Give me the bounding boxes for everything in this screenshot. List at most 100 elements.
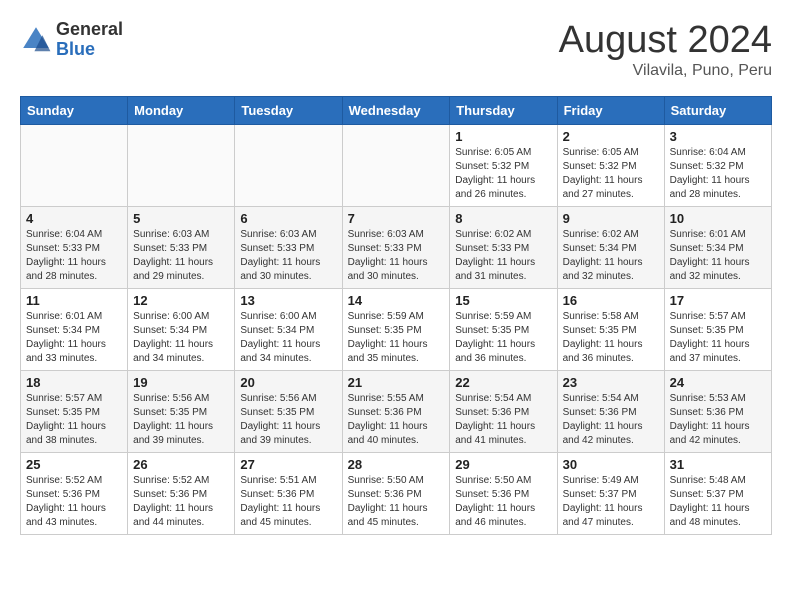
calendar-cell: 18 Sunrise: 5:57 AM Sunset: 5:35 PM Dayli… — [21, 370, 128, 452]
calendar-cell: 9 Sunrise: 6:02 AM Sunset: 5:34 PM Daylig… — [557, 206, 664, 288]
calendar-cell: 10 Sunrise: 6:01 AM Sunset: 5:34 PM Dayli… — [664, 206, 771, 288]
calendar-cell — [342, 124, 450, 206]
day-header-tuesday: Tuesday — [235, 96, 342, 124]
day-number: 15 — [455, 293, 551, 308]
calendar-cell: 31 Sunrise: 5:48 AM Sunset: 5:37 PM Dayli… — [664, 452, 771, 534]
day-number: 29 — [455, 457, 551, 472]
calendar-cell: 22 Sunrise: 5:54 AM Sunset: 5:36 PM Dayli… — [450, 370, 557, 452]
day-info: Sunrise: 5:57 AM Sunset: 5:35 PM Dayligh… — [26, 392, 122, 448]
day-info: Sunrise: 6:02 AM Sunset: 5:34 PM Dayligh… — [563, 228, 659, 284]
day-info: Sunrise: 6:03 AM Sunset: 5:33 PM Dayligh… — [240, 228, 336, 284]
day-info: Sunrise: 6:01 AM Sunset: 5:34 PM Dayligh… — [26, 310, 122, 366]
calendar-cell: 3 Sunrise: 6:04 AM Sunset: 5:32 PM Daylig… — [664, 124, 771, 206]
day-number: 4 — [26, 211, 122, 226]
day-number: 30 — [563, 457, 659, 472]
day-info: Sunrise: 6:00 AM Sunset: 5:34 PM Dayligh… — [240, 310, 336, 366]
day-info: Sunrise: 6:05 AM Sunset: 5:32 PM Dayligh… — [455, 146, 551, 202]
day-number: 16 — [563, 293, 659, 308]
calendar-cell — [128, 124, 235, 206]
day-info: Sunrise: 6:00 AM Sunset: 5:34 PM Dayligh… — [133, 310, 229, 366]
day-info: Sunrise: 6:03 AM Sunset: 5:33 PM Dayligh… — [133, 228, 229, 284]
day-number: 10 — [670, 211, 766, 226]
day-number: 27 — [240, 457, 336, 472]
day-header-thursday: Thursday — [450, 96, 557, 124]
day-number: 13 — [240, 293, 336, 308]
day-number: 22 — [455, 375, 551, 390]
calendar-cell: 30 Sunrise: 5:49 AM Sunset: 5:37 PM Dayli… — [557, 452, 664, 534]
day-header-friday: Friday — [557, 96, 664, 124]
calendar-week-4: 18 Sunrise: 5:57 AM Sunset: 5:35 PM Dayli… — [21, 370, 772, 452]
day-number: 19 — [133, 375, 229, 390]
day-info: Sunrise: 5:56 AM Sunset: 5:35 PM Dayligh… — [240, 392, 336, 448]
calendar-cell: 27 Sunrise: 5:51 AM Sunset: 5:36 PM Dayli… — [235, 452, 342, 534]
calendar-table: SundayMondayTuesdayWednesdayThursdayFrid… — [20, 96, 772, 535]
day-info: Sunrise: 5:54 AM Sunset: 5:36 PM Dayligh… — [455, 392, 551, 448]
calendar-week-5: 25 Sunrise: 5:52 AM Sunset: 5:36 PM Dayli… — [21, 452, 772, 534]
day-number: 9 — [563, 211, 659, 226]
calendar-cell: 8 Sunrise: 6:02 AM Sunset: 5:33 PM Daylig… — [450, 206, 557, 288]
day-number: 11 — [26, 293, 122, 308]
day-header-monday: Monday — [128, 96, 235, 124]
calendar-cell: 11 Sunrise: 6:01 AM Sunset: 5:34 PM Dayli… — [21, 288, 128, 370]
day-number: 5 — [133, 211, 229, 226]
day-number: 21 — [348, 375, 445, 390]
logo: General Blue — [20, 20, 123, 60]
day-info: Sunrise: 6:01 AM Sunset: 5:34 PM Dayligh… — [670, 228, 766, 284]
calendar-cell: 21Sunrise: 5:55 AM Sunset: 5:36 PM Dayli… — [342, 370, 450, 452]
calendar-cell: 20 Sunrise: 5:56 AM Sunset: 5:35 PM Dayli… — [235, 370, 342, 452]
day-info: Sunrise: 5:54 AM Sunset: 5:36 PM Dayligh… — [563, 392, 659, 448]
calendar-cell — [21, 124, 128, 206]
calendar-cell: 19 Sunrise: 5:56 AM Sunset: 5:35 PM Dayli… — [128, 370, 235, 452]
calendar-cell: 5 Sunrise: 6:03 AM Sunset: 5:33 PM Daylig… — [128, 206, 235, 288]
calendar-week-1: 1Sunrise: 6:05 AM Sunset: 5:32 PM Daylig… — [21, 124, 772, 206]
day-info: Sunrise: 5:50 AM Sunset: 5:36 PM Dayligh… — [348, 474, 445, 530]
calendar-cell: 4Sunrise: 6:04 AM Sunset: 5:33 PM Daylig… — [21, 206, 128, 288]
day-number: 23 — [563, 375, 659, 390]
day-number: 12 — [133, 293, 229, 308]
calendar-cell: 26 Sunrise: 5:52 AM Sunset: 5:36 PM Dayli… — [128, 452, 235, 534]
day-number: 6 — [240, 211, 336, 226]
day-number: 31 — [670, 457, 766, 472]
logo-icon — [20, 24, 52, 56]
day-info: Sunrise: 5:52 AM Sunset: 5:36 PM Dayligh… — [133, 474, 229, 530]
day-number: 8 — [455, 211, 551, 226]
day-info: Sunrise: 5:50 AM Sunset: 5:36 PM Dayligh… — [455, 474, 551, 530]
calendar-cell — [235, 124, 342, 206]
page-header: General Blue August 2024 Vilavila, Puno,… — [20, 20, 772, 80]
title-block: August 2024 Vilavila, Puno, Peru — [559, 20, 772, 80]
calendar-cell: 29 Sunrise: 5:50 AM Sunset: 5:36 PM Dayli… — [450, 452, 557, 534]
day-info: Sunrise: 5:48 AM Sunset: 5:37 PM Dayligh… — [670, 474, 766, 530]
day-number: 18 — [26, 375, 122, 390]
calendar-week-3: 11 Sunrise: 6:01 AM Sunset: 5:34 PM Dayli… — [21, 288, 772, 370]
calendar-cell: 6 Sunrise: 6:03 AM Sunset: 5:33 PM Daylig… — [235, 206, 342, 288]
day-info: Sunrise: 5:59 AM Sunset: 5:35 PM Dayligh… — [455, 310, 551, 366]
day-info: Sunrise: 5:58 AM Sunset: 5:35 PM Dayligh… — [563, 310, 659, 366]
calendar-cell: 28Sunrise: 5:50 AM Sunset: 5:36 PM Dayli… — [342, 452, 450, 534]
calendar-cell: 1Sunrise: 6:05 AM Sunset: 5:32 PM Daylig… — [450, 124, 557, 206]
logo-general-text: General — [56, 20, 123, 40]
day-number: 17 — [670, 293, 766, 308]
calendar-cell: 2 Sunrise: 6:05 AM Sunset: 5:32 PM Daylig… — [557, 124, 664, 206]
day-number: 25 — [26, 457, 122, 472]
day-number: 7 — [348, 211, 445, 226]
day-number: 26 — [133, 457, 229, 472]
day-number: 20 — [240, 375, 336, 390]
day-info: Sunrise: 5:51 AM Sunset: 5:36 PM Dayligh… — [240, 474, 336, 530]
calendar-cell: 23 Sunrise: 5:54 AM Sunset: 5:36 PM Dayli… — [557, 370, 664, 452]
day-info: Sunrise: 5:53 AM Sunset: 5:36 PM Dayligh… — [670, 392, 766, 448]
calendar-cell: 13 Sunrise: 6:00 AM Sunset: 5:34 PM Dayli… — [235, 288, 342, 370]
day-info: Sunrise: 6:02 AM Sunset: 5:33 PM Dayligh… — [455, 228, 551, 284]
logo-blue-text: Blue — [56, 40, 123, 60]
day-info: Sunrise: 6:04 AM Sunset: 5:32 PM Dayligh… — [670, 146, 766, 202]
day-number: 3 — [670, 129, 766, 144]
day-info: Sunrise: 5:49 AM Sunset: 5:37 PM Dayligh… — [563, 474, 659, 530]
day-number: 2 — [563, 129, 659, 144]
day-info: Sunrise: 5:56 AM Sunset: 5:35 PM Dayligh… — [133, 392, 229, 448]
main-title: August 2024 — [559, 20, 772, 62]
calendar-header-row: SundayMondayTuesdayWednesdayThursdayFrid… — [21, 96, 772, 124]
subtitle: Vilavila, Puno, Peru — [559, 62, 772, 80]
calendar-cell: 25Sunrise: 5:52 AM Sunset: 5:36 PM Dayli… — [21, 452, 128, 534]
calendar-cell: 17Sunrise: 5:57 AM Sunset: 5:35 PM Dayli… — [664, 288, 771, 370]
day-info: Sunrise: 6:05 AM Sunset: 5:32 PM Dayligh… — [563, 146, 659, 202]
calendar-cell: 14Sunrise: 5:59 AM Sunset: 5:35 PM Dayli… — [342, 288, 450, 370]
